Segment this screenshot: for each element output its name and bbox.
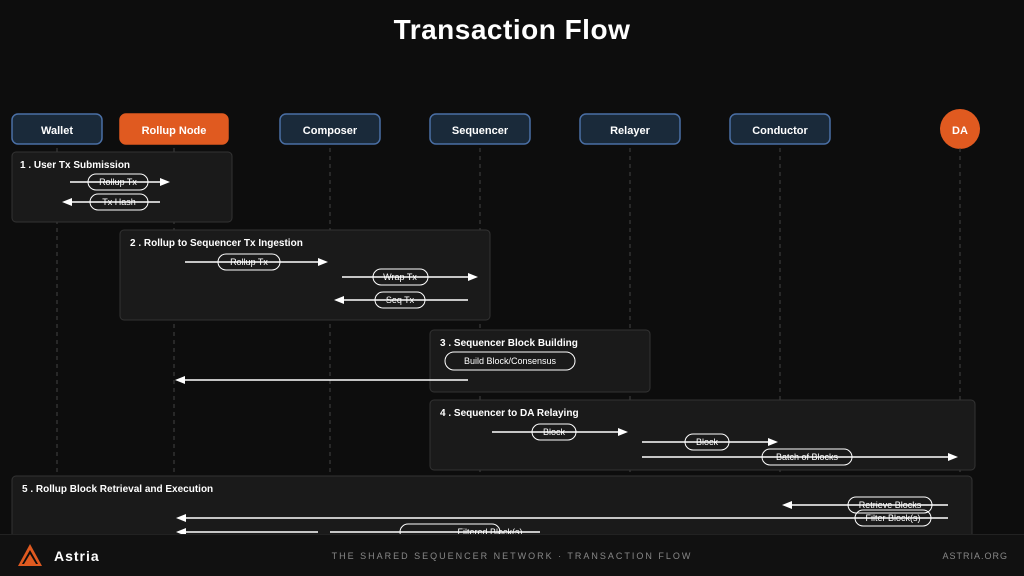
svg-text:Batch of Blocks: Batch of Blocks: [776, 452, 839, 462]
flow-diagram: Wallet Rollup Node Composer Sequencer Re…: [0, 52, 1024, 542]
footer-website: ASTRIA.ORG: [942, 551, 1008, 561]
svg-text:Filter Block(s): Filter Block(s): [865, 513, 920, 523]
svg-text:Relayer: Relayer: [610, 125, 650, 137]
svg-text:Wrap Tx: Wrap Tx: [383, 272, 417, 282]
svg-text:Retrieve Blocks: Retrieve Blocks: [859, 500, 922, 510]
svg-text:1 . User Tx Submission: 1 . User Tx Submission: [20, 160, 130, 171]
svg-text:3 . Sequencer Block Building: 3 . Sequencer Block Building: [440, 338, 578, 349]
svg-text:4 . Sequencer to DA Relaying: 4 . Sequencer to DA Relaying: [440, 408, 579, 419]
footer-left: Astria: [16, 542, 100, 570]
svg-text:Block: Block: [543, 427, 566, 437]
svg-text:Build Block/Consensus: Build Block/Consensus: [464, 356, 557, 366]
footer-tagline: THE SHARED SEQUENCER NETWORK · TRANSACTI…: [332, 551, 693, 561]
page-title: Transaction Flow: [0, 0, 1024, 46]
svg-text:Sequencer: Sequencer: [452, 125, 509, 137]
footer-brand: Astria: [54, 548, 100, 564]
svg-text:Seq Tx: Seq Tx: [386, 295, 415, 305]
svg-text:Tx Hash: Tx Hash: [102, 197, 136, 207]
main-container: Transaction Flow Wallet Rollup Node Comp…: [0, 0, 1024, 576]
svg-text:5 . Rollup Block Retrieval an: 5 . Rollup Block Retrieval and Execution: [22, 484, 213, 495]
astria-logo: [16, 542, 44, 570]
footer: Astria THE SHARED SEQUENCER NETWORK · TR…: [0, 534, 1024, 576]
svg-text:Rollup Node: Rollup Node: [142, 125, 207, 137]
svg-text:Rollup Tx: Rollup Tx: [99, 177, 137, 187]
svg-text:Block: Block: [696, 437, 719, 447]
svg-text:Composer: Composer: [303, 125, 358, 137]
svg-text:DA: DA: [952, 125, 968, 137]
svg-text:Wallet: Wallet: [41, 125, 73, 137]
svg-text:Rollup Tx: Rollup Tx: [230, 257, 268, 267]
svg-text:Conductor: Conductor: [752, 125, 808, 137]
svg-text:2 . Rollup to Sequencer Tx In: 2 . Rollup to Sequencer Tx Ingestion: [130, 238, 303, 249]
